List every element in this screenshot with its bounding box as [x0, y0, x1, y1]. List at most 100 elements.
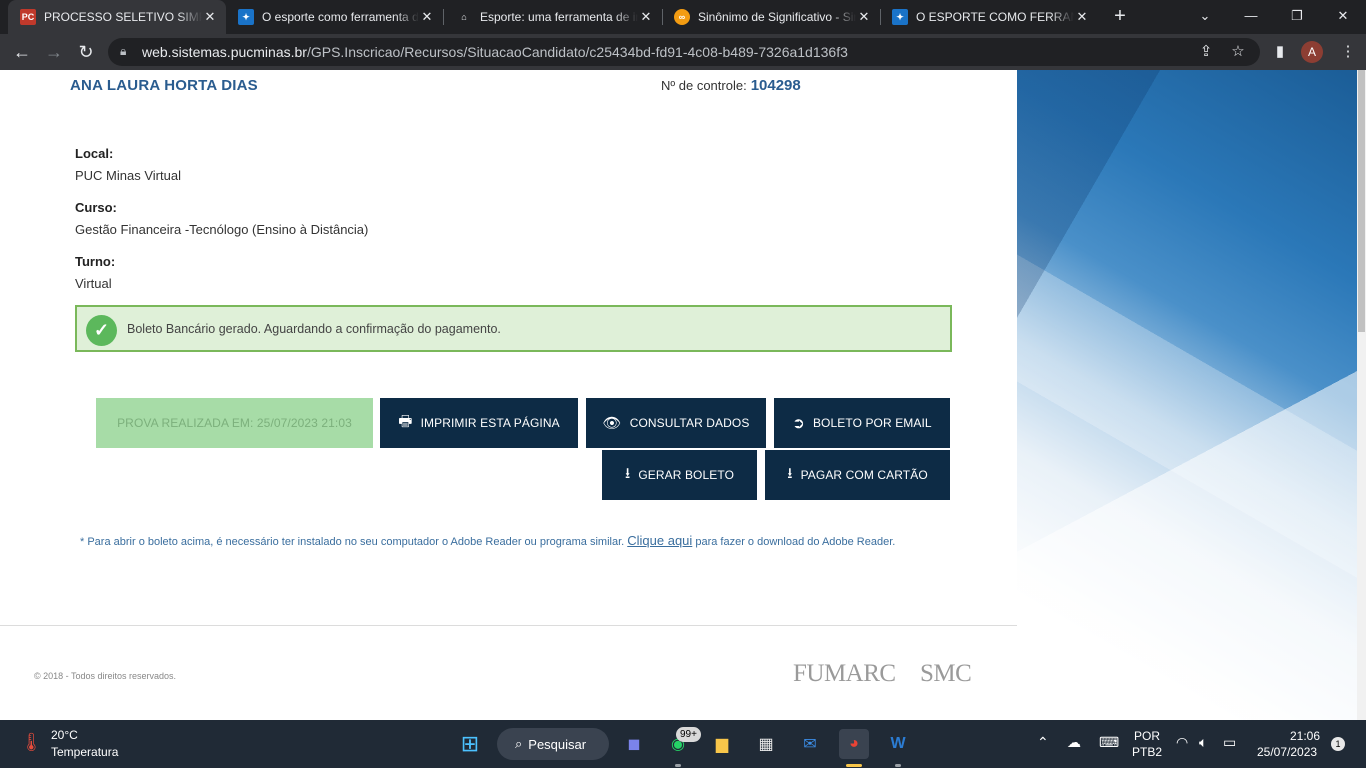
close-tab-icon[interactable]: ✕ — [638, 9, 654, 25]
tab-search-chevron-icon[interactable]: ⌄ — [1182, 0, 1228, 34]
tab-title: Esporte: uma ferramenta de inclusão — [480, 10, 638, 24]
thermometer-icon[interactable]: 🌡︎ — [20, 732, 43, 756]
active-indicator — [846, 764, 862, 767]
url-path: /GPS.Inscricao/Recursos/SituacaoCandidat… — [306, 44, 848, 60]
tab-esporte-ferramenta[interactable]: ✦ O esporte como ferramenta de ✕ — [226, 0, 443, 34]
control-label: Nº de controle: — [661, 78, 747, 93]
keyboard-icon[interactable]: ⌨ — [1099, 734, 1119, 751]
payment-status-alert: ✓ Boleto Bancário gerado. Aguardando a c… — [75, 305, 952, 352]
url-domain: web.sistemas.pucminas.br — [142, 44, 307, 60]
boleto-email-label: BOLETO POR EMAIL — [812, 416, 932, 430]
close-tab-icon[interactable]: ✕ — [419, 9, 435, 25]
notification-badge[interactable]: 1 — [1331, 737, 1345, 751]
word-icon[interactable]: W — [883, 729, 913, 759]
language-indicator[interactable]: POR — [1134, 729, 1160, 743]
show-hidden-icons-chevron-icon[interactable]: ⌃ — [1037, 734, 1049, 751]
reload-icon[interactable]: ↻ — [74, 40, 98, 64]
consult-label: CONSULTAR DADOS — [629, 416, 750, 430]
adobe-reader-note: * Para abrir o boleto acima, é necessári… — [80, 534, 940, 549]
turno-value: Virtual — [75, 276, 112, 291]
consult-data-button[interactable]: 👁︎ CONSULTAR DADOS — [586, 398, 766, 448]
pay-card-button[interactable]: ⭳ PAGAR COM CARTÃO — [765, 450, 950, 500]
back-arrow-icon[interactable]: ← — [10, 40, 34, 64]
smc-logo: SMC — [920, 660, 972, 687]
scrollbar-thumb[interactable] — [1358, 70, 1365, 332]
clock-date[interactable]: 25/07/2023 — [1257, 745, 1317, 759]
search-icon: ⌕ — [515, 736, 523, 751]
teams-chat-icon[interactable]: ◼ — [619, 729, 649, 759]
close-tab-icon[interactable]: ✕ — [1074, 9, 1090, 25]
whatsapp-badge: 99+ — [676, 727, 701, 742]
profile-avatar[interactable]: A — [1301, 41, 1323, 63]
weather-temperature[interactable]: 20°C — [51, 728, 78, 742]
arrow-circle-right-icon: ➲ — [792, 415, 805, 432]
chrome-icon[interactable]: ◕ — [839, 729, 869, 759]
address-bar[interactable]: 🔒︎ web.sistemas.pucminas.br/GPS.Inscrica… — [108, 38, 1260, 66]
close-window-button[interactable]: ✕ — [1320, 0, 1366, 34]
note-text-after: para fazer o download do Adobe Reader. — [692, 536, 896, 548]
turno-label: Turno: — [75, 254, 116, 269]
fumarc-logo: FUMARC — [793, 660, 896, 687]
windows-start-icon[interactable]: ⊞ — [455, 729, 485, 759]
candidate-name: ANA LAURA HORTA DIAS — [70, 77, 258, 94]
side-panel-icon[interactable]: ▮ — [1270, 42, 1290, 62]
microsoft-store-icon[interactable]: ▦ — [751, 729, 781, 759]
footer-divider — [0, 625, 1017, 626]
close-tab-icon[interactable]: ✕ — [202, 9, 218, 25]
browser-toolbar: ← → ↻ 🔒︎ web.sistemas.pucminas.br/GPS.In… — [0, 34, 1366, 70]
clock-time[interactable]: 21:06 — [1290, 729, 1320, 743]
search-label: Pesquisar — [528, 736, 587, 752]
pucminas-favicon-icon: ✦ — [892, 9, 908, 25]
keyboard-layout[interactable]: PTB2 — [1132, 745, 1162, 759]
print-label: IMPRIMIR ESTA PÁGINA — [420, 416, 560, 430]
url-text: web.sistemas.pucminas.br/GPS.Inscricao/R… — [142, 44, 848, 60]
weather-label[interactable]: Temperatura — [51, 745, 118, 759]
boleto-email-button[interactable]: ➲ BOLETO POR EMAIL — [774, 398, 950, 448]
file-explorer-icon[interactable]: ▆ — [707, 729, 737, 759]
tab-esporte-inclusao[interactable]: ⌂ Esporte: uma ferramenta de inclusão ✕ — [444, 0, 662, 34]
control-value: 104298 — [750, 77, 801, 94]
onedrive-cloud-icon[interactable]: ☁ — [1067, 734, 1081, 751]
pc-favicon-icon: PC — [20, 9, 36, 25]
restore-button[interactable]: ❐ — [1274, 0, 1320, 34]
download-icon: ⭳ — [787, 464, 793, 482]
local-label: Local: — [75, 146, 114, 161]
bookmark-star-icon[interactable]: ☆ — [1228, 42, 1248, 62]
volume-icon[interactable]: 🔈︎ — [1199, 734, 1207, 751]
eye-icon: 👁︎ — [602, 415, 622, 432]
taskbar-search[interactable]: ⌕ Pesquisar — [497, 728, 609, 760]
tab-esporte-ferramenta-2[interactable]: ✦ O ESPORTE COMO FERRAMENTA ✕ — [880, 0, 1098, 34]
wifi-icon[interactable]: ◠ — [1176, 734, 1188, 751]
download-icon: ⭳ — [624, 464, 631, 482]
tab-title: O esporte como ferramenta de — [262, 10, 419, 24]
mail-icon[interactable]: ✉ — [795, 729, 825, 759]
forward-arrow-icon[interactable]: → — [42, 40, 66, 64]
page-content: ANA LAURA HORTA DIAS Nº de controle: 1042… — [0, 70, 1366, 720]
scrollbar[interactable] — [1357, 70, 1366, 720]
download-adobe-link[interactable]: Clique aqui — [627, 533, 692, 548]
generate-boleto-button[interactable]: ⭳ GERAR BOLETO — [602, 450, 757, 500]
close-tab-icon[interactable]: ✕ — [856, 9, 872, 25]
generate-boleto-label: GERAR BOLETO — [638, 468, 735, 482]
pay-card-label: PAGAR COM CARTÃO — [800, 468, 928, 482]
prova-label: PROVA REALIZADA EM: 25/07/2023 21:03 — [117, 416, 352, 430]
print-page-button[interactable]: 🖶 IMPRIMIR ESTA PÁGINA — [380, 398, 578, 448]
tab-title: O ESPORTE COMO FERRAMENTA — [916, 10, 1074, 24]
control-number: Nº de controle: 104298 — [661, 77, 801, 94]
share-icon[interactable]: ⇪ — [1196, 42, 1216, 62]
new-tab-button[interactable]: + — [1108, 5, 1132, 29]
lock-icon[interactable]: 🔒︎ — [120, 44, 126, 59]
tab-processo-seletivo[interactable]: PC PROCESSO SELETIVO SIMPLIFICADO ✕ — [8, 0, 226, 34]
tab-title: PROCESSO SELETIVO SIMPLIFICADO — [44, 10, 202, 24]
minimize-button[interactable]: — — [1228, 0, 1274, 34]
sinonimos-favicon-icon: ∞ — [674, 9, 690, 25]
copyright-text: © 2018 - Todos direitos reservados. — [34, 671, 177, 681]
running-indicator — [895, 764, 901, 767]
running-indicator — [675, 764, 681, 767]
battery-icon[interactable]: ▭ — [1223, 734, 1236, 751]
prova-realizada-button: PROVA REALIZADA EM: 25/07/2023 21:03 — [96, 398, 373, 448]
menu-kebab-icon[interactable]: ⋮ — [1338, 42, 1358, 62]
local-value: PUC Minas Virtual — [75, 168, 181, 183]
tab-sinonimo[interactable]: ∞ Sinônimo de Significativo - Sinônimos … — [662, 0, 880, 34]
alert-message: Boleto Bancário gerado. Aguardando a con… — [127, 322, 501, 336]
